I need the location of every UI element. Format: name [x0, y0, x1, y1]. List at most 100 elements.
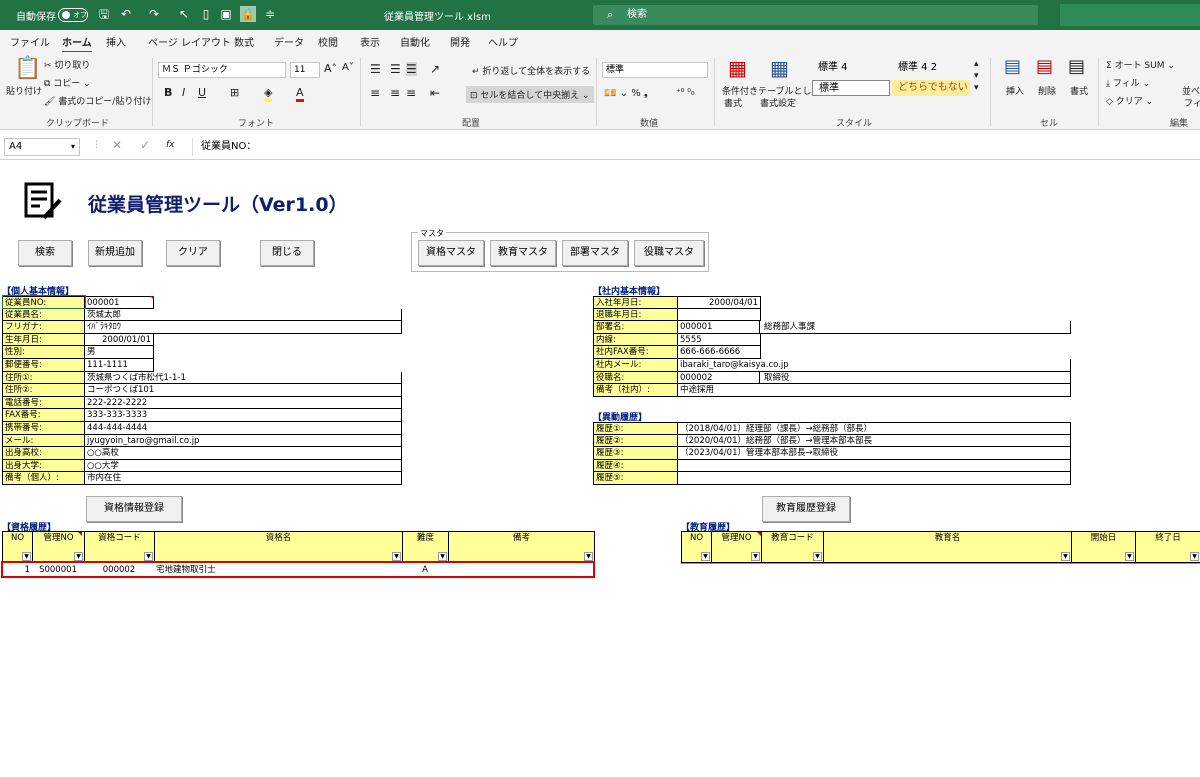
field-value[interactable]: 男	[85, 346, 153, 358]
filter-dropdown-icon[interactable]: ▼	[22, 552, 31, 561]
field-value[interactable]: 000001	[85, 297, 153, 308]
delete-cells-icon[interactable]: ▤	[1036, 56, 1053, 77]
style-standard-4-2[interactable]: 標準 4 2	[892, 60, 970, 76]
decimal-icon[interactable]: ⁺⁰ ⁰₀	[676, 88, 694, 98]
filter-dropdown-icon[interactable]: ▼	[584, 552, 593, 561]
style-standard[interactable]: 標準	[812, 80, 890, 96]
qualification-register-button[interactable]: 資格情報登録	[86, 496, 182, 522]
tab-home[interactable]: ホーム	[62, 34, 92, 53]
format-cells-icon[interactable]: ▤	[1068, 56, 1085, 77]
field-value[interactable]: 222-222-2222	[85, 397, 401, 409]
align-bottom-icon[interactable]: ☰	[406, 62, 417, 76]
new-button[interactable]: 新規追加	[88, 240, 142, 266]
field-value[interactable]: 市内在住	[85, 472, 401, 484]
cut-button[interactable]: ✂ 切り取り	[44, 58, 90, 71]
field-value[interactable]: 茨城太郎	[85, 309, 401, 321]
insert-cells-button[interactable]: 挿入	[1006, 84, 1024, 97]
tab-view[interactable]: 表示	[360, 34, 380, 49]
underline-button[interactable]: U	[198, 86, 206, 99]
format-painter-button[interactable]: 🖌 書式のコピー/貼り付け	[44, 94, 151, 107]
customize-qat-icon[interactable]: ≑	[262, 6, 278, 22]
clear-button[interactable]: ◇ クリア ⌄	[1106, 94, 1153, 107]
column-header[interactable]: NO ▼	[681, 531, 712, 563]
save-icon[interactable]: 🖫	[96, 6, 112, 22]
column-header[interactable]: 開始日 ▼	[1071, 531, 1136, 563]
column-header[interactable]: 教育名 ▼	[823, 531, 1072, 563]
field-value[interactable]: 2000/04/01	[678, 297, 760, 308]
tab-review[interactable]: 校閲	[318, 34, 338, 49]
filter-dropdown-icon[interactable]: ▼	[144, 552, 153, 561]
filter-dropdown-icon[interactable]: ▼	[74, 552, 83, 561]
autosum-button[interactable]: Σ オート SUM ⌄	[1106, 58, 1175, 71]
copy-button[interactable]: ⧉ コピー ⌄	[44, 76, 91, 89]
styles-scroll-icon[interactable]: ▴ ▾ ▾	[974, 58, 979, 94]
position-master-button[interactable]: 役職マスタ	[634, 240, 704, 266]
wrap-text-button[interactable]: ↵ 折り返して全体を表示する	[472, 64, 590, 77]
paste-icon[interactable]: 📋	[14, 56, 41, 81]
field-value[interactable]: （2020/04/01）総務部（部長）→管理本部本部長	[678, 435, 1068, 447]
font-name-select[interactable]: ＭＳ Ｐゴシック	[158, 62, 286, 78]
delete-cells-button[interactable]: 削除	[1038, 84, 1056, 97]
field-value[interactable]: ○○大学	[85, 460, 401, 472]
filter-dropdown-icon[interactable]: ▼	[438, 552, 447, 561]
field-value[interactable]	[678, 460, 1068, 472]
fill-button[interactable]: ⤓ フィル ⌄	[1106, 76, 1150, 89]
tab-formulas[interactable]: 数式	[234, 34, 254, 49]
column-header[interactable]: 資格コード ▼	[84, 531, 155, 563]
cancel-icon[interactable]: ✕	[112, 138, 122, 152]
field-value[interactable]: ○○高校	[85, 447, 401, 459]
qualification-master-button[interactable]: 資格マスタ	[418, 240, 484, 266]
name-box[interactable]: A4 ▾	[4, 138, 80, 156]
style-standard-4[interactable]: 標準 4	[812, 60, 890, 76]
field-value[interactable]: 000002	[678, 371, 760, 384]
field-value[interactable]: （2018/04/01）経理部（課長）→総務部（部長）	[678, 423, 1068, 434]
align-top-icon[interactable]: ☰	[370, 62, 381, 76]
fill-color-icon[interactable]: ◈	[264, 86, 273, 102]
border-icon[interactable]: ⊞	[230, 86, 239, 99]
close-button[interactable]: 閉じる	[260, 240, 314, 266]
shrink-font-icon[interactable]: A˅	[342, 62, 354, 73]
field-value[interactable]: 333-333-3333	[85, 409, 401, 421]
tab-insert[interactable]: 挿入	[106, 34, 126, 49]
orientation-icon[interactable]: ↗	[430, 62, 440, 76]
currency-icon[interactable]: 💴 ⌄ % ❟	[604, 88, 648, 99]
filter-dropdown-icon[interactable]: ▼	[1061, 552, 1070, 561]
column-header[interactable]: 資格名 ▼	[154, 531, 403, 563]
filter-dropdown-icon[interactable]: ▼	[392, 552, 401, 561]
align-right-icon[interactable]: ≡	[406, 86, 416, 100]
format-cells-button[interactable]: 書式	[1070, 84, 1088, 97]
field-value[interactable]: 666-666-6666	[678, 346, 760, 358]
style-neutral[interactable]: どちらでもない	[892, 80, 970, 96]
clear-form-button[interactable]: クリア	[166, 240, 220, 266]
filter-dropdown-icon[interactable]: ▼	[1190, 552, 1199, 561]
align-middle-icon[interactable]: ☰	[390, 62, 401, 76]
field-value[interactable]	[678, 472, 1068, 484]
field-value[interactable]: ibaraki_taro@kaisya.co.jp	[678, 359, 1070, 371]
bold-button[interactable]: B	[164, 86, 172, 99]
merge-center-button[interactable]: ⊡ セルを結合して中央揃え ⌄	[466, 86, 594, 103]
filter-dropdown-icon[interactable]: ▼	[813, 552, 822, 561]
enter-icon[interactable]: ✓	[140, 138, 150, 152]
redo-icon[interactable]: ↷	[146, 6, 162, 22]
tab-automate[interactable]: 自動化	[400, 34, 430, 49]
font-size-select[interactable]: 11	[290, 62, 320, 78]
table-format-icon[interactable]: ▦	[770, 56, 789, 80]
field-value[interactable]: 中途採用	[678, 384, 1070, 396]
column-header[interactable]: 管理NO ▼	[711, 531, 762, 563]
column-header[interactable]: 終了日 ▼	[1135, 531, 1200, 563]
tab-help[interactable]: ヘルプ	[488, 34, 518, 49]
column-header[interactable]: 備考 ▼	[448, 531, 595, 563]
field-value[interactable]: 111-1111	[85, 359, 153, 371]
search-button[interactable]: 検索	[18, 240, 72, 266]
tab-file[interactable]: ファイル	[10, 34, 50, 49]
field-value[interactable]: 2000/01/01	[85, 334, 153, 346]
align-center-icon[interactable]: ≡	[390, 86, 400, 100]
tab-data[interactable]: データ	[274, 34, 304, 49]
insert-cells-icon[interactable]: ▤	[1004, 56, 1021, 77]
indent-icon[interactable]: ⇤	[430, 86, 440, 100]
field-value[interactable]: jyugyoin_taro@gmail.co.jp	[85, 435, 401, 447]
undo-icon[interactable]: ↶	[118, 6, 134, 22]
paste-button[interactable]: 貼り付け	[6, 84, 42, 97]
number-format-select[interactable]: 標準	[602, 62, 708, 78]
column-header[interactable]: 難度 ▼	[402, 531, 449, 563]
